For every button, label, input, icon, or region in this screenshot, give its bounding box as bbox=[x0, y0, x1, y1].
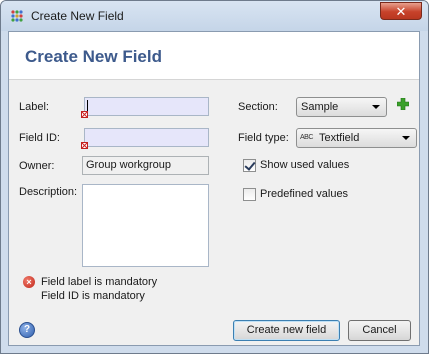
owner-label: Owner: bbox=[19, 160, 55, 172]
field-id-error-marker-icon bbox=[81, 142, 88, 149]
label-field-label: Label: bbox=[19, 101, 49, 113]
field-id-input[interactable] bbox=[84, 128, 209, 147]
description-label: Description: bbox=[19, 186, 78, 198]
chevron-down-icon bbox=[372, 105, 380, 109]
chevron-down-icon bbox=[402, 136, 410, 140]
page-title: Create New Field bbox=[25, 47, 162, 66]
description-textarea[interactable] bbox=[82, 184, 209, 267]
error-message: Field label is mandatory bbox=[41, 276, 158, 288]
label-input[interactable] bbox=[84, 97, 209, 116]
field-type-select[interactable]: ABC Textfield bbox=[296, 128, 417, 148]
show-used-values-label[interactable]: Show used values bbox=[260, 159, 349, 171]
label-error-marker-icon bbox=[81, 111, 88, 118]
section-label: Section: bbox=[238, 101, 278, 113]
cancel-button[interactable]: Cancel bbox=[348, 320, 411, 341]
field-type-label: Field type: bbox=[238, 132, 289, 144]
owner-field: Group workgroup bbox=[82, 156, 209, 175]
dialog-window: Create New Field ✕ Create New Field Labe… bbox=[0, 0, 429, 354]
close-button[interactable]: ✕ bbox=[380, 2, 422, 20]
help-icon[interactable]: ? bbox=[19, 322, 35, 338]
show-used-values-checkbox[interactable] bbox=[243, 159, 256, 172]
predefined-values-label[interactable]: Predefined values bbox=[260, 188, 348, 200]
section-select-value: Sample bbox=[301, 101, 339, 113]
textfield-abc-icon: ABC bbox=[300, 134, 313, 141]
dialog-header: Create New Field bbox=[9, 32, 419, 80]
dialog-body: Create New Field Label: Field ID: Owner:… bbox=[8, 31, 420, 346]
app-grid-icon bbox=[11, 10, 23, 22]
close-icon: ✕ bbox=[395, 4, 407, 19]
title-bar[interactable]: Create New Field ✕ bbox=[1, 1, 428, 31]
create-new-field-button[interactable]: Create new field bbox=[233, 320, 340, 341]
section-select[interactable]: Sample bbox=[296, 97, 387, 117]
error-message: Field ID is mandatory bbox=[41, 290, 145, 302]
field-type-value: Textfield bbox=[319, 132, 360, 144]
field-id-label: Field ID: bbox=[19, 132, 60, 144]
predefined-values-checkbox[interactable] bbox=[243, 188, 256, 201]
add-section-button[interactable] bbox=[397, 98, 409, 110]
window-title: Create New Field bbox=[31, 9, 124, 23]
error-icon: × bbox=[23, 276, 35, 288]
